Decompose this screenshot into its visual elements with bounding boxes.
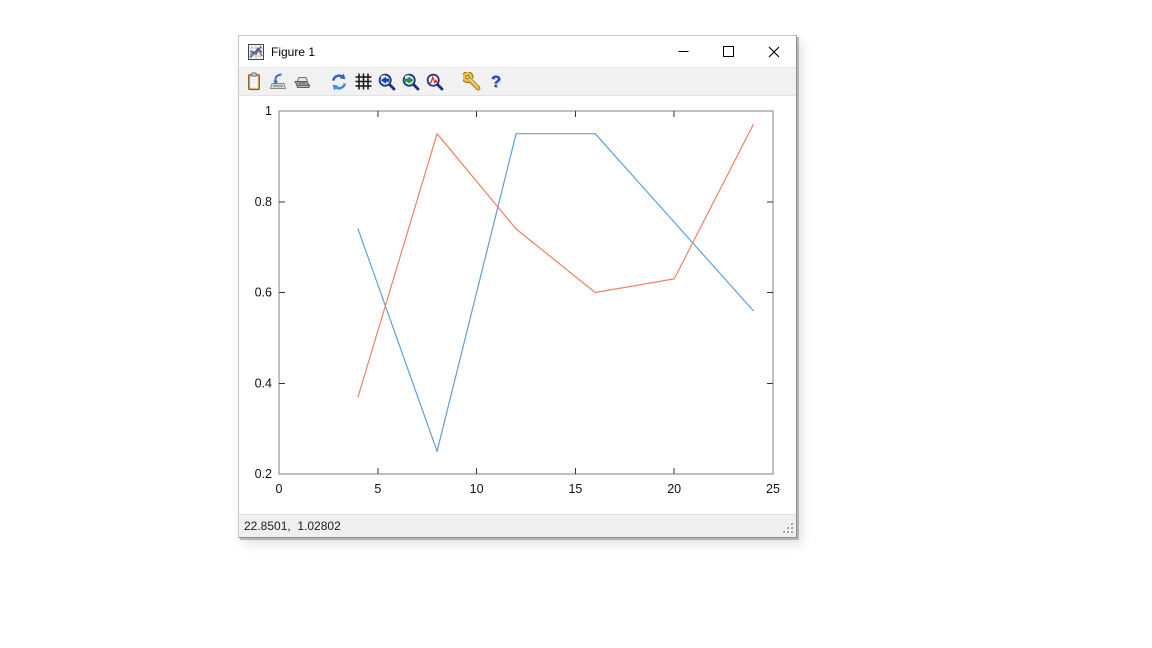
minimize-icon — [678, 46, 689, 57]
window-title: Figure 1 — [271, 45, 315, 59]
svg-text:0.6: 0.6 — [255, 286, 272, 300]
plot-canvas: 0 5 10 15 20 25 0.2 0.4 0.6 0.8 1 — [239, 96, 796, 514]
autoscale-button[interactable] — [424, 70, 446, 94]
svg-text:15: 15 — [568, 482, 582, 496]
replot-button[interactable] — [328, 70, 350, 94]
save-export-icon — [269, 73, 287, 91]
close-button[interactable] — [751, 36, 796, 67]
svg-text:0.4: 0.4 — [255, 376, 272, 390]
svg-text:0: 0 — [276, 482, 283, 496]
figure-window: Figure 1 — [238, 35, 797, 538]
zoom-previous-icon — [378, 73, 396, 91]
help-button[interactable]: ? — [485, 70, 507, 94]
svg-text:20: 20 — [667, 482, 681, 496]
figure-chart-icon — [248, 44, 264, 60]
grid-icon — [355, 73, 372, 90]
toggle-grid-button[interactable] — [352, 70, 374, 94]
svg-text:10: 10 — [470, 482, 484, 496]
help-icon: ? — [491, 73, 501, 90]
previous-zoom-button[interactable] — [376, 70, 398, 94]
next-zoom-button[interactable] — [400, 70, 422, 94]
configure-button[interactable] — [461, 70, 483, 94]
window-controls — [661, 36, 796, 67]
svg-text:1: 1 — [265, 104, 272, 118]
maximize-button[interactable] — [706, 36, 751, 67]
svg-text:0.2: 0.2 — [255, 467, 272, 481]
refresh-icon — [330, 73, 348, 91]
status-bar: 22.8501, 1.02802 — [239, 514, 796, 537]
resize-grip[interactable] — [782, 523, 794, 535]
close-icon — [768, 46, 780, 58]
printer-icon — [293, 74, 311, 89]
svg-text:5: 5 — [374, 482, 381, 496]
svg-text:25: 25 — [766, 482, 780, 496]
export-to-file-button[interactable] — [267, 70, 289, 94]
zoom-autoscale-icon — [426, 73, 444, 91]
print-button[interactable] — [291, 70, 313, 94]
minimize-button[interactable] — [661, 36, 706, 67]
zoom-next-icon — [402, 73, 420, 91]
cursor-coordinates: 22.8501, 1.02802 — [239, 519, 341, 533]
maximize-icon — [723, 46, 734, 57]
copy-to-clipboard-button[interactable] — [243, 70, 265, 94]
svg-text:0.8: 0.8 — [255, 195, 272, 209]
wrench-icon — [463, 72, 482, 91]
plot-area[interactable]: 0 5 10 15 20 25 0.2 0.4 0.6 0.8 1 — [239, 96, 796, 514]
clipboard-icon — [246, 72, 262, 91]
toolbar: ? — [239, 67, 796, 96]
title-bar[interactable]: Figure 1 — [239, 36, 796, 67]
